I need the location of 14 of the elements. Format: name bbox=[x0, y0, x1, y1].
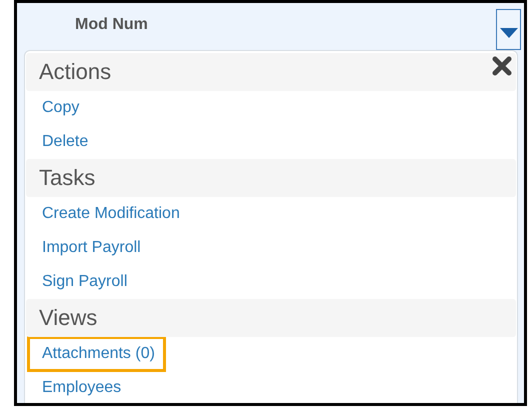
menu-link[interactable]: Employees bbox=[27, 370, 132, 403]
column-title: Mod Num bbox=[75, 16, 148, 34]
dropdown-button[interactable] bbox=[496, 9, 521, 50]
menu-link[interactable]: Attachments (0) bbox=[27, 336, 166, 372]
section-title: Views bbox=[39, 305, 98, 331]
menu-link[interactable]: Copy bbox=[27, 90, 90, 126]
section-title: Actions bbox=[39, 59, 112, 85]
menu-link[interactable]: Delete bbox=[27, 124, 100, 160]
caret-icon bbox=[500, 28, 518, 38]
close-icon[interactable] bbox=[492, 56, 512, 76]
menu-link[interactable]: Create Modification bbox=[27, 196, 191, 232]
menu-link[interactable]: Sign Payroll bbox=[27, 264, 138, 300]
menu-link[interactable]: Import Payroll bbox=[27, 230, 152, 266]
section-title: Tasks bbox=[39, 165, 96, 191]
